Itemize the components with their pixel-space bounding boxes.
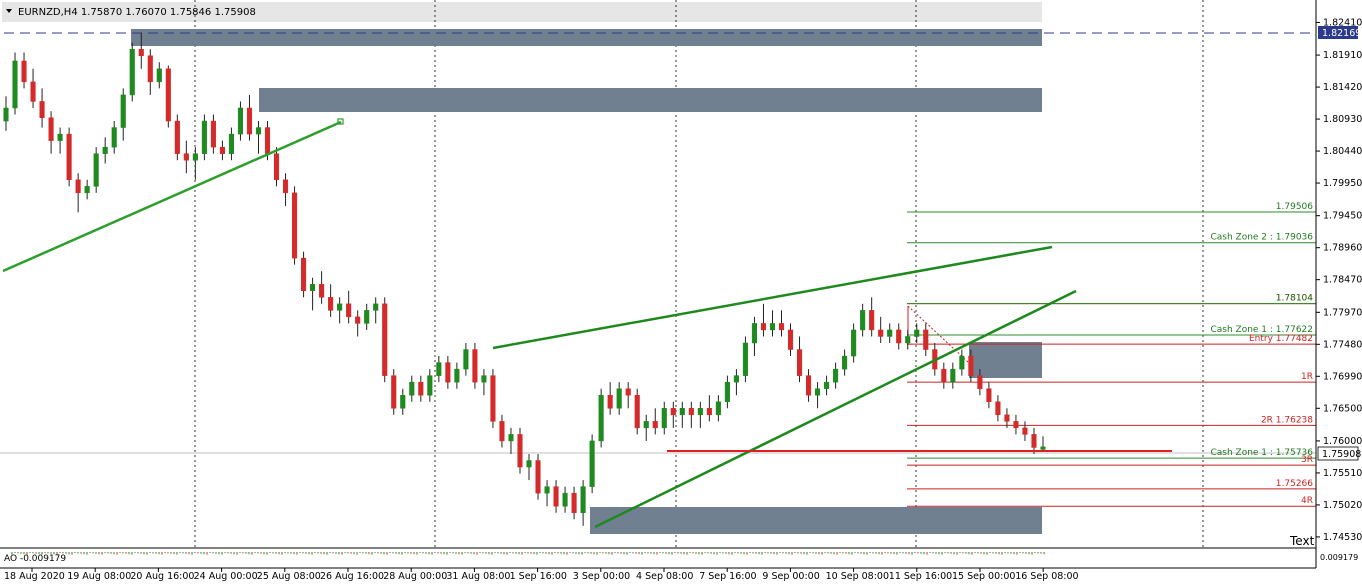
y-tick-label: 1.75510: [1323, 468, 1362, 479]
trade-level-label: 2R 1.76238: [1261, 415, 1313, 425]
candle: [292, 186, 298, 265]
price-chart[interactable]: EURNZD,H4 1.75870 1.76070 1.75846 1.7590…: [0, 0, 1362, 585]
x-tick-label: 3 Sep 00:00: [573, 571, 630, 582]
candle: [742, 336, 748, 383]
candle: [174, 114, 180, 161]
x-tick-label: 16 Sep 08:00: [1015, 571, 1078, 582]
y-tick-label: 1.80440: [1323, 146, 1362, 157]
candle: [93, 147, 99, 193]
candle: [634, 388, 640, 435]
trade-level-label: 4R: [1301, 496, 1313, 506]
trade-level-label: Entry 1.77482: [1249, 334, 1313, 344]
ao-axis-value: 0.009179: [1320, 553, 1358, 562]
candle: [535, 453, 541, 500]
candle: [66, 127, 72, 187]
y-tick-label: 1.77970: [1323, 307, 1362, 318]
y-tick-label: 1.81910: [1323, 50, 1362, 61]
candle: [472, 343, 478, 389]
y-tick-label: 1.75020: [1323, 500, 1362, 511]
x-tick-label: 1 Sep 16:00: [510, 571, 567, 582]
current-price-label: 1.75908: [1322, 449, 1361, 460]
dashed-level-price: 1.82169: [1322, 28, 1361, 39]
time-axis[interactable]: 18 Aug 2020 19 Aug 08:00 20 Aug 16:00 24 Au…: [4, 568, 1079, 582]
y-tick-label: 1.74530: [1323, 532, 1362, 543]
supply-zone-top[interactable]: [131, 29, 1042, 46]
candle: [129, 42, 135, 102]
x-tick-label: 19 Aug 08:00: [67, 571, 131, 582]
candle: [490, 369, 496, 428]
ao-label: AO -0.009179: [4, 554, 66, 564]
corner-text: Text: [1289, 534, 1315, 548]
x-tick-label: 20 Aug 16:00: [130, 571, 194, 582]
y-tick-label: 1.76990: [1323, 371, 1362, 382]
trade-level-label: Cash Zone 1 : 1.75736: [1210, 448, 1313, 458]
x-tick-label: 25 Aug 08:00: [257, 571, 321, 582]
symbol-header: EURNZD,H4 1.75870 1.76070 1.75846 1.7590…: [18, 7, 256, 18]
x-tick-label: 18 Aug 2020: [4, 571, 65, 582]
candle: [201, 114, 207, 161]
x-tick-label: 31 Aug 08:00: [446, 571, 510, 582]
candle: [391, 369, 397, 415]
trade-level-label: Cash Zone 2 : 1.79036: [1210, 233, 1313, 243]
x-tick-label: 7 Sep 16:00: [699, 571, 756, 582]
y-tick-label: 1.79950: [1323, 178, 1362, 189]
y-tick-label: 1.78960: [1323, 243, 1362, 254]
candle: [301, 251, 307, 298]
y-tick-label: 1.81420: [1323, 82, 1362, 93]
candle: [165, 65, 171, 128]
candle: [589, 434, 595, 494]
x-tick-label: 10 Sep 08:00: [826, 571, 889, 582]
y-tick-label: 1.80930: [1323, 114, 1362, 125]
demand-zone-bottom[interactable]: [590, 507, 1042, 534]
x-tick-label: 28 Aug 00:00: [383, 571, 447, 582]
candle: [517, 427, 523, 474]
candle: [598, 388, 604, 448]
trade-level-label: 1R: [1301, 372, 1313, 382]
y-tick-label: 1.77480: [1323, 339, 1362, 350]
x-tick-label: 4 Sep 08:00: [636, 571, 693, 582]
trade-level-label: 1.78104: [1276, 294, 1313, 304]
trade-level-label: 3R: [1301, 455, 1313, 465]
candle: [382, 297, 388, 383]
x-tick-label: 15 Sep 00:00: [952, 571, 1015, 582]
candle: [12, 52, 18, 115]
trade-level-label: 1.75266: [1276, 479, 1313, 489]
x-tick-label: 24 Aug 00:00: [194, 571, 258, 582]
x-tick-label: 26 Aug 16:00: [320, 571, 384, 582]
trade-level-label: 1.79506: [1276, 202, 1313, 212]
y-tick-label: 1.79450: [1323, 211, 1362, 222]
y-tick-label: 1.78470: [1323, 275, 1362, 286]
x-tick-label: 9 Sep 00:00: [762, 571, 819, 582]
x-tick-label: 11 Sep 16:00: [889, 571, 952, 582]
y-tick-label: 1.76000: [1323, 436, 1362, 447]
y-tick-label: 1.76500: [1323, 403, 1362, 414]
supply-zone-upper[interactable]: [259, 88, 1042, 112]
